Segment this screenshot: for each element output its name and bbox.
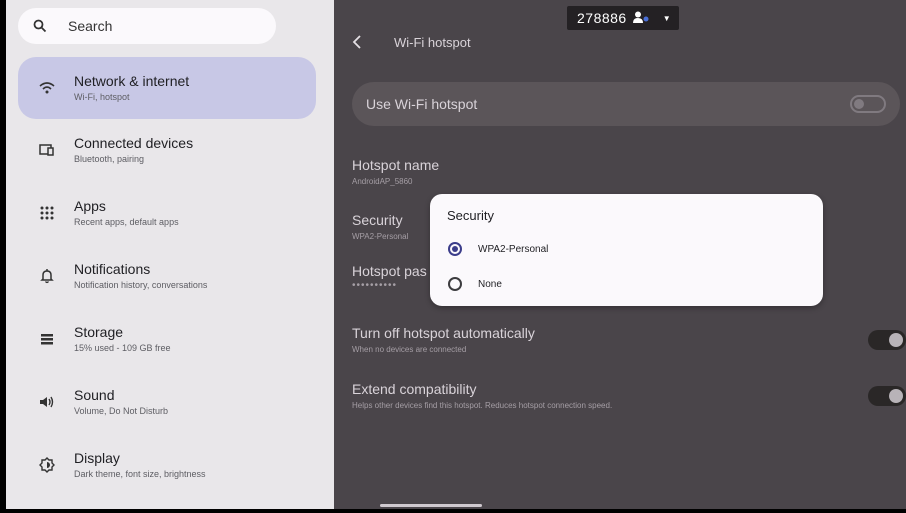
- use-hotspot-card[interactable]: Use Wi-Fi hotspot: [352, 82, 900, 126]
- hotspot-password-title[interactable]: Hotspot pas: [352, 263, 427, 279]
- option-label: WPA2-Personal: [478, 243, 549, 255]
- sidebar-item-title: Apps: [74, 198, 106, 214]
- bell-icon: [38, 267, 56, 285]
- sidebar-item-subtitle: Notification history, conversations: [74, 280, 208, 290]
- page-title: Wi-Fi hotspot: [394, 35, 471, 50]
- hotspot-name-value: AndroidAP_5860: [352, 177, 413, 186]
- radio-selected-icon[interactable]: [448, 242, 462, 256]
- apps-grid-icon: [38, 204, 56, 222]
- extend-compatibility-subtitle: Helps other devices find this hotspot. R…: [352, 401, 613, 410]
- sidebar-item-apps[interactable]: Apps Recent apps, default apps: [18, 182, 316, 244]
- search-label: Search: [68, 18, 113, 34]
- sidebar-item-connected-devices[interactable]: Connected devices Bluetooth, pairing: [18, 119, 316, 181]
- option-none[interactable]: None: [448, 277, 502, 291]
- turn-off-hotspot-subtitle: When no devices are connected: [352, 345, 467, 354]
- hotspot-password-value: ••••••••••: [352, 280, 398, 291]
- turn-off-hotspot-toggle[interactable]: [868, 330, 906, 350]
- turn-off-hotspot-title[interactable]: Turn off hotspot automatically: [352, 325, 535, 341]
- dialog-title: Security: [447, 208, 494, 223]
- use-hotspot-toggle[interactable]: [850, 95, 886, 113]
- sidebar-item-title: Connected devices: [74, 135, 194, 151]
- back-arrow-icon[interactable]: [352, 34, 362, 55]
- search-icon: [32, 18, 48, 34]
- sidebar-item-subtitle: Bluetooth, pairing: [74, 154, 145, 164]
- sidebar-item-subtitle: Wi-Fi, hotspot: [74, 92, 130, 102]
- sidebar-item-sound[interactable]: Sound Volume, Do Not Disturb: [18, 371, 316, 433]
- toggle-knob: [889, 333, 903, 347]
- home-indicator[interactable]: [380, 504, 482, 507]
- radio-unselected-icon[interactable]: [448, 277, 462, 291]
- sidebar-item-subtitle: 15% used - 109 GB free: [74, 343, 171, 353]
- extend-compatibility-toggle[interactable]: [868, 386, 906, 406]
- option-wpa2-personal[interactable]: WPA2-Personal: [448, 242, 548, 256]
- sidebar-item-subtitle: Recent apps, default apps: [74, 217, 179, 227]
- settings-sidebar: Search Network & internet Wi-Fi, hotspot…: [6, 0, 334, 509]
- hotspot-name-title[interactable]: Hotspot name: [352, 157, 439, 173]
- sidebar-item-subtitle: Dark theme, font size, brightness: [74, 469, 206, 479]
- extend-compatibility-title[interactable]: Extend compatibility: [352, 381, 477, 397]
- speaker-icon: [38, 393, 56, 411]
- storage-icon: [38, 330, 56, 348]
- sidebar-item-title: Notifications: [74, 261, 151, 277]
- wifi-icon: [38, 79, 56, 97]
- sidebar-item-title: Network & internet: [74, 73, 190, 89]
- display-icon: [38, 456, 56, 474]
- sidebar-item-display[interactable]: Display Dark theme, font size, brightnes…: [18, 434, 316, 496]
- sidebar-item-subtitle: Volume, Do Not Disturb: [74, 406, 169, 416]
- security-title[interactable]: Security: [352, 212, 403, 228]
- option-label: None: [478, 278, 502, 290]
- status-number: 278886: [577, 10, 627, 26]
- chevron-down-icon: ▼: [662, 13, 671, 23]
- search-bar[interactable]: Search: [18, 8, 276, 44]
- user-icon: [632, 11, 649, 26]
- status-indicator[interactable]: 278886 ▼: [567, 6, 679, 30]
- use-hotspot-label: Use Wi-Fi hotspot: [366, 96, 478, 112]
- sidebar-item-title: Display: [74, 450, 120, 466]
- sidebar-item-title: Storage: [74, 324, 124, 340]
- sidebar-item-network[interactable]: Network & internet Wi-Fi, hotspot: [18, 57, 316, 119]
- toggle-knob: [889, 389, 903, 403]
- toggle-knob: [854, 99, 864, 109]
- devices-icon: [38, 141, 56, 159]
- security-value: WPA2-Personal: [352, 232, 409, 241]
- sidebar-item-storage[interactable]: Storage 15% used - 109 GB free: [18, 308, 316, 370]
- sidebar-item-notifications[interactable]: Notifications Notification history, conv…: [18, 245, 316, 307]
- sidebar-item-title: Sound: [74, 387, 115, 403]
- security-dialog: Security WPA2-Personal None: [430, 194, 823, 306]
